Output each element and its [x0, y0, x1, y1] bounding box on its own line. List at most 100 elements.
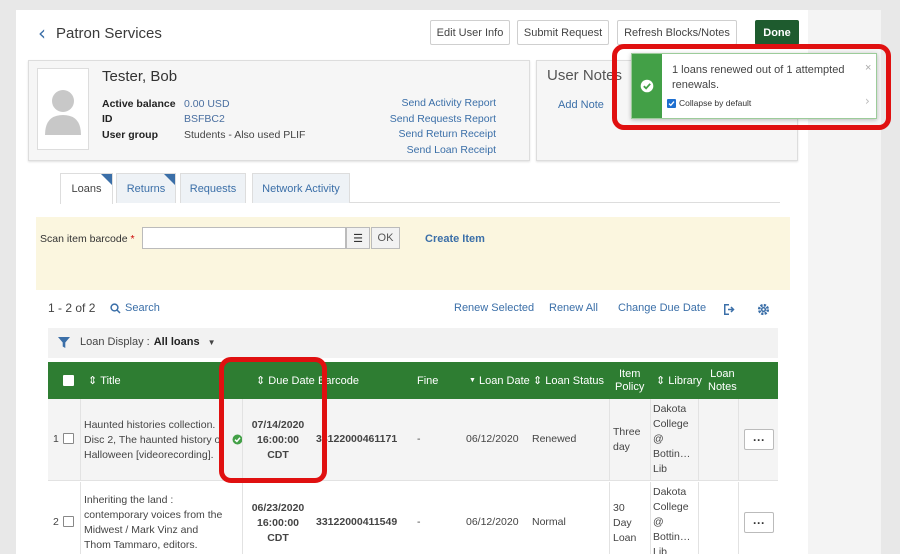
- user-notes-title: User Notes: [547, 67, 623, 84]
- list-icon[interactable]: ☰: [346, 227, 370, 249]
- send-requests-report-link[interactable]: Send Requests Report: [356, 112, 496, 128]
- column-header-loan-notes[interactable]: Loan Notes: [708, 362, 737, 399]
- row-actions-button[interactable]: ···: [744, 429, 774, 450]
- renew-all-link[interactable]: Renew All: [549, 302, 598, 314]
- loan-display-value: All loans: [153, 336, 200, 348]
- tab-label: Requests: [189, 182, 237, 195]
- column-divider: [80, 399, 81, 481]
- patron-name: Tester, Bob: [102, 68, 178, 85]
- scan-label-text: Scan item barcode: [40, 233, 128, 245]
- annotation-highlight-toast: [612, 44, 891, 130]
- row-number: 1: [53, 433, 59, 445]
- field-value: 0.00 USD: [184, 97, 230, 110]
- create-item-link[interactable]: Create Item: [425, 233, 485, 245]
- loan-display-bar: Loan Display : All loans ▼: [48, 328, 778, 358]
- avatar: [37, 68, 89, 150]
- gear-icon[interactable]: [757, 303, 770, 316]
- field-label: User group: [102, 128, 159, 141]
- column-divider: [609, 482, 610, 554]
- column-header-title[interactable]: ⇕ Title: [88, 362, 121, 399]
- tab-corner-marker-icon: [164, 174, 175, 185]
- add-note-link[interactable]: Add Note: [558, 99, 604, 111]
- loan-date: 06/12/2020: [466, 433, 519, 445]
- scan-item-label: Scan item barcode *: [40, 233, 135, 245]
- field-value: Students - Also used PLIF: [184, 128, 306, 141]
- table-row: 2 Inheriting the land : contemporary voic…: [48, 482, 778, 554]
- row-actions-button[interactable]: ···: [744, 512, 774, 533]
- submit-request-button[interactable]: Submit Request: [517, 20, 609, 45]
- page-title: ‹ Patron Services: [38, 23, 162, 43]
- edit-user-info-button[interactable]: Edit User Info: [430, 20, 510, 45]
- column-header-loan-date[interactable]: ▼ Loan Date: [469, 362, 530, 399]
- column-divider: [650, 399, 651, 481]
- tab-label: Returns: [126, 182, 166, 195]
- field-value: BSFBC2: [184, 113, 225, 126]
- tab-divider: [350, 202, 780, 203]
- send-activity-report-link[interactable]: Send Activity Report: [356, 96, 496, 112]
- select-all-checkbox[interactable]: [63, 362, 74, 399]
- field-label: Active balance: [102, 97, 176, 110]
- tab-corner-marker-icon: [101, 174, 112, 185]
- due-date: 06/23/2020 16:00:00 CDT: [251, 502, 305, 544]
- tab-requests[interactable]: Requests: [180, 173, 246, 203]
- send-return-receipt-link[interactable]: Send Return Receipt: [356, 127, 496, 143]
- tab-label: Network Activity: [262, 182, 340, 195]
- tab-loans[interactable]: Loans: [60, 173, 113, 204]
- loans-table-header: ⇕ Title ⇕ Due Date Barcode Fine ▼ Loan D…: [48, 362, 778, 399]
- tab-network-activity[interactable]: Network Activity: [252, 173, 350, 203]
- fine-value: -: [417, 433, 421, 445]
- person-silhouette-icon: [45, 90, 81, 135]
- loan-status: Normal: [532, 516, 566, 528]
- refresh-blocks-notes-button[interactable]: Refresh Blocks/Notes: [617, 20, 737, 45]
- column-header-fine[interactable]: Fine: [417, 362, 438, 399]
- fine-value: -: [417, 516, 421, 528]
- annotation-highlight-due-date: [219, 357, 327, 483]
- item-policy: Three day: [613, 426, 641, 453]
- column-header-library[interactable]: ⇕ Library: [656, 362, 702, 399]
- field-label: ID: [102, 113, 113, 126]
- column-divider: [738, 399, 739, 481]
- page-title-text: Patron Services: [56, 25, 162, 42]
- library: Dakota College @ Bottin… Lib: [653, 403, 691, 475]
- column-header-loan-status[interactable]: ⇕ Loan Status: [533, 362, 604, 399]
- renew-selected-link[interactable]: Renew Selected: [454, 302, 534, 314]
- table-row: 1 Haunted histories collection. Disc 2, T…: [48, 399, 778, 481]
- column-divider: [80, 482, 81, 554]
- title-link[interactable]: Haunted histories collection. Disc 2, The…: [84, 418, 223, 463]
- column-divider: [698, 399, 699, 481]
- item-policy: 30 Day Loan: [613, 502, 637, 544]
- title-link[interactable]: Inheriting the land : contemporary voices…: [84, 493, 222, 553]
- row-checkbox[interactable]: [63, 516, 74, 530]
- loan-status: Renewed: [532, 433, 577, 445]
- send-loan-receipt-link[interactable]: Send Loan Receipt: [356, 143, 496, 159]
- report-links: Send Activity Report Send Requests Repor…: [356, 96, 496, 158]
- required-marker: *: [130, 233, 135, 245]
- tab-returns[interactable]: Returns: [116, 173, 176, 203]
- done-button[interactable]: Done: [755, 20, 799, 45]
- loan-display-dropdown[interactable]: Loan Display : All loans ▼: [80, 336, 215, 349]
- barcode-link[interactable]: 33122000411549: [316, 516, 397, 528]
- column-divider: [609, 399, 610, 481]
- tab-label: Loans: [71, 183, 102, 195]
- change-due-date-link[interactable]: Change Due Date: [618, 302, 706, 314]
- loan-date: 06/12/2020: [466, 516, 519, 528]
- export-icon[interactable]: [722, 303, 735, 316]
- column-divider: [698, 482, 699, 554]
- column-divider: [242, 482, 243, 554]
- result-count: 1 - 2 of 2: [48, 301, 96, 315]
- barcode-link[interactable]: 33122000461171: [316, 433, 397, 445]
- library: Dakota College @ Bottin… Lib: [653, 486, 691, 554]
- ok-button[interactable]: OK: [371, 227, 400, 249]
- row-checkbox[interactable]: [63, 433, 74, 447]
- search-link[interactable]: Search: [110, 302, 160, 314]
- column-divider: [738, 482, 739, 554]
- loan-display-label: Loan Display :: [80, 336, 150, 348]
- column-header-item-policy[interactable]: Item Policy: [615, 362, 644, 399]
- filter-icon: [58, 337, 70, 348]
- back-chevron-icon[interactable]: ‹: [38, 23, 46, 43]
- caret-down-icon: ▼: [207, 338, 216, 347]
- column-divider: [650, 482, 651, 554]
- search-label: Search: [125, 302, 160, 314]
- scan-barcode-input[interactable]: [142, 227, 346, 249]
- scan-item-panel: Scan item barcode * ☰ OK Create Item: [36, 217, 790, 290]
